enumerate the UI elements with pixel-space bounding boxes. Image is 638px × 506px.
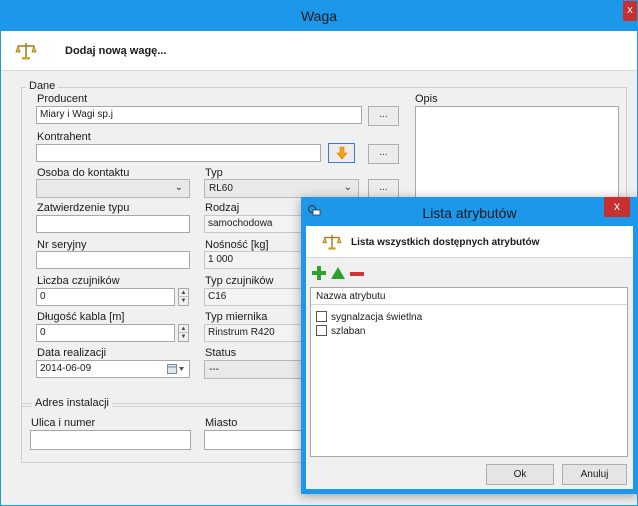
list-item[interactable]: szlaban [316,325,365,337]
producent-browse-button[interactable]: ... [368,106,399,126]
osoba-select[interactable]: ⌄ [36,179,190,198]
close-icon: x [614,199,620,213]
kontrahent-input[interactable] [36,144,321,162]
producent-input[interactable]: Miary i Wagi sp.j [36,106,362,124]
miasto-label: Miasto [205,417,238,429]
typ-browse-button[interactable]: ... [368,179,399,199]
close-icon: x [627,4,633,16]
nosnosc-label: Nośność [kg] [205,239,269,251]
calendar-icon[interactable] [167,364,185,374]
zatwierdzenie-label: Zatwierdzenie typu [37,202,130,214]
title-bar: Waga [1,1,637,31]
producent-label: Producent [37,93,88,105]
chevron-down-icon: ⌄ [343,182,352,193]
nosnosc-field: 1 000 [204,251,304,269]
typ-miernika-label: Typ miernika [205,311,268,323]
typ-miernika-field: Rinstrum R420 [204,324,304,342]
dlugosc-kabla-input[interactable]: 0 [36,324,175,342]
opis-label: Opis [415,93,438,105]
osoba-label: Osoba do kontaktu [37,167,130,179]
scale-icon [322,234,342,250]
dialog-header-title: Lista wszystkich dostępnych atrybutów [351,237,540,248]
opis-textarea[interactable] [415,106,619,204]
status-label: Status [205,347,237,359]
remove-icon[interactable] [350,272,364,276]
typ-value: RL60 [209,183,233,194]
window-title: Waga [300,8,338,24]
dialog-body: Lista wszystkich dostępnych atrybutów Na… [306,226,633,489]
miasto-input[interactable] [204,430,304,450]
zatwierdzenie-input[interactable] [36,215,190,233]
data-realizacji-label: Data realizacji [37,347,107,359]
dialog-close-button[interactable]: x [604,197,630,217]
dlugosc-kabla-label: Długość kabla [m] [37,311,125,323]
chevron-down-icon: ⌄ [174,182,183,193]
attributes-table: Nazwa atrybutu sygnalzacja świetlna szla… [310,287,628,457]
page-title: Dodaj nową wagę... [65,45,167,57]
attribute-checkbox[interactable] [316,311,327,322]
rodzaj-field: samochodowa [204,215,304,233]
header: Dodaj nową wagę... [1,31,637,71]
dialog-header: Lista wszystkich dostępnych atrybutów [306,226,633,258]
adres-legend: Adres instalacji [32,397,112,409]
status-select[interactable]: --- [204,360,304,379]
attributes-dialog: Lista atrybutów x Lista wszystkich dostę… [301,197,638,494]
attribute-checkbox[interactable] [316,325,327,336]
status-value: --- [209,364,219,375]
dane-legend: Dane [26,80,59,92]
nr-seryjny-input[interactable] [36,251,190,269]
dlugosc-kabla-stepper[interactable]: ▲ ▼ [178,324,189,342]
scale-icon [15,43,37,60]
cancel-button[interactable]: Anuluj [562,464,627,485]
nr-seryjny-label: Nr seryjny [37,239,87,251]
attribute-label: szlaban [331,326,366,337]
data-realizacji-value: 2014-06-09 [40,363,92,374]
typ-label: Typ [205,167,223,179]
data-realizacji-input[interactable]: 2014-06-09 [36,360,190,378]
kontrahent-browse-button[interactable]: ... [368,144,399,164]
move-up-icon[interactable] [331,267,345,279]
ok-button[interactable]: Ok [486,464,554,485]
ulica-label: Ulica i numer [31,417,96,429]
rodzaj-label: Rodzaj [205,202,240,214]
list-item[interactable]: sygnalzacja świetlna [316,311,422,323]
attribute-label: sygnalzacja świetlna [331,312,423,323]
liczba-czujnikow-stepper[interactable]: ▲ ▼ [178,288,189,306]
typ-czujnikow-field: C16 [204,288,304,306]
add-icon[interactable] [312,266,326,280]
ulica-input[interactable] [30,430,191,450]
liczba-czujnikow-input[interactable]: 0 [36,288,175,306]
close-button[interactable]: x [623,1,637,21]
typ-czujnikow-label: Typ czujników [205,275,274,287]
typ-select[interactable]: RL60 ⌄ [204,179,359,198]
liczba-czujnikow-label: Liczba czujników [37,275,120,287]
kontrahent-select-button[interactable] [328,143,355,163]
column-header[interactable]: Nazwa atrybutu [311,288,627,305]
kontrahent-label: Kontrahent [37,131,91,143]
dialog-title: Lista atrybutów [422,205,517,221]
arrow-down-icon [335,146,348,160]
